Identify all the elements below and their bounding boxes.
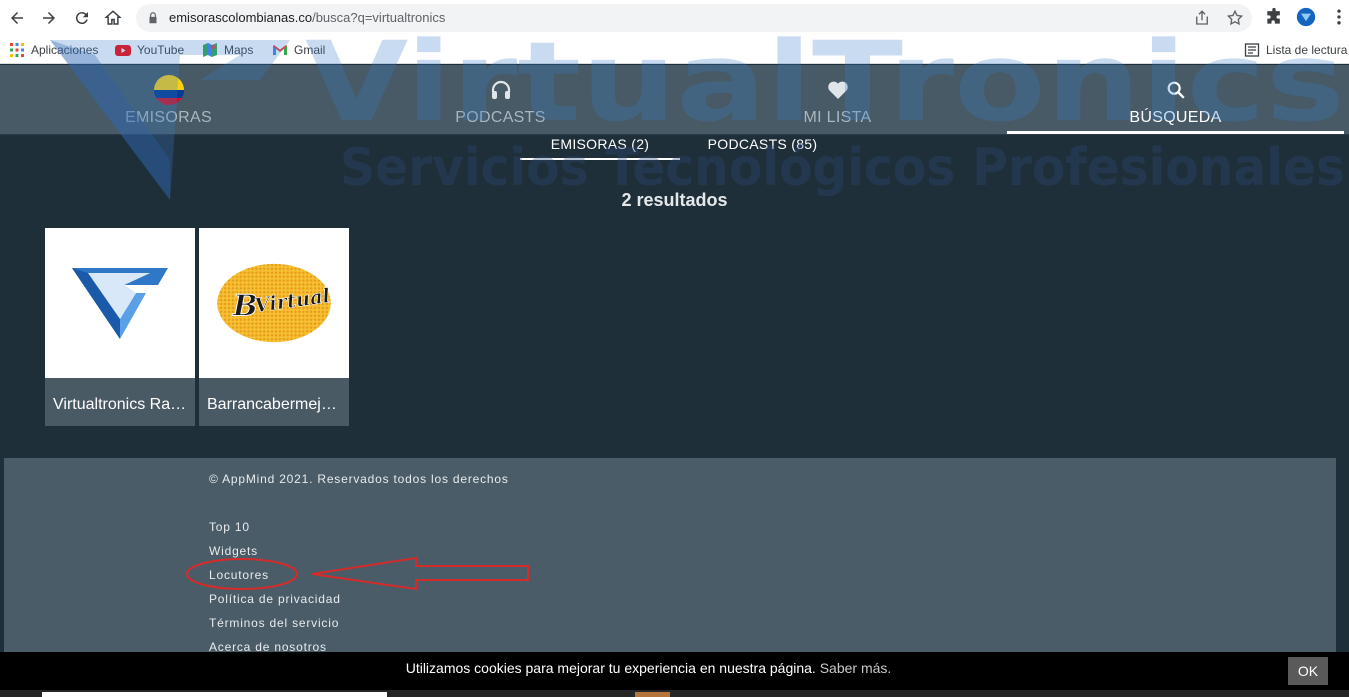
site-header: EMISORAS PODCASTS MI LISTA BÚSQUEDA [0, 65, 1349, 135]
bvirtual-logo: B Virtual [217, 263, 332, 343]
bookmark-label: Gmail [294, 43, 326, 57]
bookmark-gmail[interactable]: Gmail [272, 41, 325, 59]
maps-icon [203, 43, 217, 57]
tab-emisoras[interactable]: EMISORAS [0, 65, 337, 135]
tab-emisoras-icon-wrap [152, 73, 186, 107]
url-text: emisorascolombianas.co/busca?q=virtualtr… [169, 10, 445, 25]
red-annotation-arrow [186, 556, 529, 591]
taskbar-strip [0, 690, 1349, 697]
bookmark-maps[interactable]: Maps [202, 41, 253, 59]
url-host: emisorascolombianas.co [169, 10, 313, 25]
heart-icon [827, 81, 848, 99]
gmail-icon [273, 45, 287, 55]
cookie-message: Utilizamos cookies para mejorar tu exper… [0, 660, 1297, 676]
bookmark-label: Aplicaciones [31, 43, 99, 57]
tab-label: MI LISTA [803, 109, 872, 126]
station-card-virtualtronics[interactable]: Virtualtronics Radio [45, 228, 195, 426]
tab-podcasts[interactable]: PODCASTS [332, 65, 669, 135]
arrow-right-icon [43, 12, 55, 24]
reading-list-label: Lista de lectura [1266, 43, 1348, 57]
reload-icon [75, 12, 88, 25]
subtab-emisoras[interactable]: EMISORAS (2) [520, 136, 680, 160]
search-icon [1167, 81, 1185, 99]
active-tab-indicator [1007, 131, 1344, 134]
bookmark-label: Maps [224, 43, 254, 57]
footer-link-terminos[interactable]: Términos del servicio [209, 616, 339, 630]
bookmark-youtube[interactable]: YouTube [115, 41, 184, 59]
reading-list-icon [1244, 43, 1260, 57]
youtube-icon [115, 45, 131, 56]
footer-link-privacidad[interactable]: Política de privacidad [209, 592, 341, 606]
tab-busqueda-icon-wrap [1159, 73, 1193, 107]
lock-icon [149, 12, 157, 24]
reading-list[interactable]: Lista de lectura [1244, 41, 1347, 59]
station-title: Barrancabermeja Virtual [207, 396, 343, 413]
headphones-icon [491, 80, 510, 99]
cookie-text: Utilizamos cookies para mejorar tu exper… [405, 660, 816, 676]
back-button[interactable] [5, 6, 29, 30]
copyright-text: © AppMind 2021. Reservados todos los der… [209, 472, 509, 486]
bookmark-aplicaciones[interactable]: Aplicaciones [9, 41, 98, 59]
home-button[interactable] [101, 6, 125, 30]
subtab-podcasts[interactable]: PODCASTS (85) [690, 136, 835, 160]
tab-label: BÚSQUEDA [1129, 109, 1222, 126]
tab-mi-lista-icon-wrap [821, 73, 855, 107]
bookmark-star-icon[interactable] [1226, 9, 1244, 27]
tab-label: EMISORAS [125, 109, 212, 126]
apps-grid-icon [10, 43, 24, 57]
station-title: Virtualtronics Radio [53, 396, 189, 413]
tab-busqueda[interactable]: BÚSQUEDA [1007, 65, 1344, 135]
profile-v-icon[interactable] [1296, 7, 1316, 27]
arrow-left-icon [11, 12, 23, 24]
forward-button[interactable] [37, 6, 61, 30]
station-thumbnail: B Virtual [199, 228, 349, 378]
share-icon[interactable] [1193, 9, 1211, 27]
address-bar[interactable]: emisorascolombianas.co/busca?q=virtualtr… [136, 4, 1252, 32]
footer-link-top10[interactable]: Top 10 [209, 520, 250, 534]
extensions-puzzle-icon[interactable] [1264, 7, 1284, 27]
bookmarks-bar: Aplicaciones YouTube Maps Gmail Lista de… [0, 36, 1349, 64]
menu-kebab-icon[interactable] [1329, 7, 1349, 27]
browser-toolbar: emisorascolombianas.co/busca?q=virtualtr… [0, 0, 1349, 36]
tab-podcasts-icon-wrap [484, 73, 518, 107]
station-card-barrancabermeja[interactable]: B Virtual Barrancabermeja Virtual [199, 228, 349, 426]
tab-label: PODCASTS [455, 109, 546, 126]
reload-button[interactable] [70, 6, 94, 30]
taskbar-segment [42, 692, 387, 697]
station-thumbnail [45, 228, 195, 378]
tab-mi-lista[interactable]: MI LISTA [669, 65, 1006, 135]
bookmark-label: YouTube [137, 43, 185, 57]
cookie-consent-bar: Utilizamos cookies para mejorar tu exper… [0, 652, 1349, 690]
results-count: 2 resultados [621, 190, 728, 210]
url-path: /busca?q=virtualtronics [312, 10, 446, 25]
cookie-ok-button[interactable]: OK [1288, 657, 1328, 685]
svg-text:Servicios Tecnológicos Profesi: Servicios Tecnológicos Profesionales [340, 138, 1345, 198]
colombia-flag-icon [153, 75, 184, 105]
home-icon [104, 10, 122, 25]
virtualtronics-logo [72, 268, 168, 339]
taskbar-segment [635, 692, 670, 697]
cookie-learn-more-link[interactable]: Saber más. [820, 660, 892, 676]
site-footer: © AppMind 2021. Reservados todos los der… [4, 458, 1336, 658]
